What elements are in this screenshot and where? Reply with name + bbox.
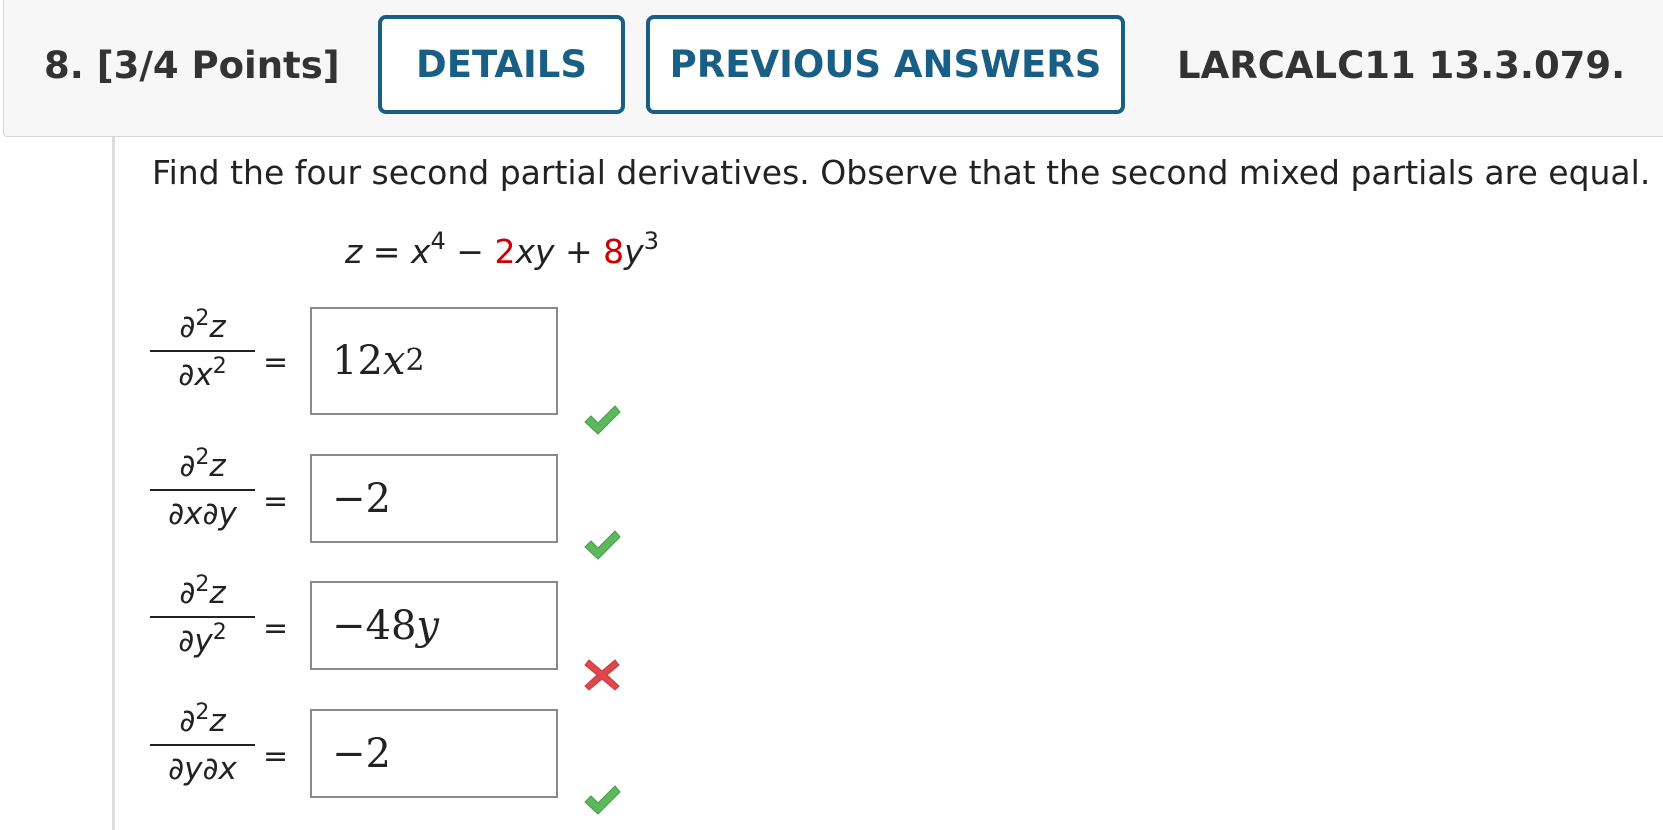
answer-row-3: ∂2z ∂y2 = −48 y: [140, 572, 660, 691]
fraction-bar: [150, 350, 255, 352]
answer-variable: x: [382, 338, 406, 384]
fraction-denominator: ∂x∂y: [168, 493, 237, 535]
fraction-numerator: ∂2z: [179, 700, 225, 742]
equals-sign: =: [263, 484, 289, 519]
fraction-bar: [150, 489, 255, 491]
previous-answers-button[interactable]: PREVIOUS ANSWERS: [646, 15, 1125, 114]
equation-plus: +: [565, 232, 593, 271]
fraction-denominator: ∂y2: [178, 620, 226, 662]
numerator-exponent: 2: [195, 572, 210, 597]
derivative-fraction: ∂2z ∂x∂y: [150, 445, 255, 535]
fraction-numerator: ∂2z: [179, 572, 225, 614]
numerator-variable: z: [209, 309, 226, 345]
partial-symbol: ∂: [179, 575, 196, 611]
numerator-variable: z: [209, 575, 226, 611]
answer-input-3[interactable]: −48 y: [310, 581, 558, 670]
partial-symbol: ∂: [179, 448, 196, 484]
denominator-term: ∂x: [178, 357, 213, 393]
numerator-variable: z: [209, 703, 226, 739]
answer-coefficient: −2: [332, 730, 391, 777]
question-number: 8.: [44, 44, 84, 87]
equation-x-exponent: 4: [430, 227, 446, 255]
answer-input-2[interactable]: −2: [310, 454, 558, 543]
function-equation: z = x4 − 2xy + 8y3: [345, 229, 659, 271]
question-body-border: [112, 137, 115, 830]
checkmark-icon: [584, 530, 621, 560]
fraction-numerator: ∂2z: [179, 306, 225, 348]
equals-sign: =: [263, 611, 289, 646]
equation-coefficient-2: 8: [603, 232, 625, 271]
answer-row-1: ∂2z ∂x2 = 12 x 2: [140, 306, 660, 435]
fraction-denominator: ∂y∂x: [168, 748, 237, 790]
equation-lhs: z =: [345, 232, 401, 271]
denominator-exponent: 2: [212, 620, 227, 645]
numerator-exponent: 2: [195, 445, 210, 470]
answer-input-1[interactable]: 12 x 2: [310, 307, 558, 415]
numerator-exponent: 2: [195, 306, 210, 331]
equation-x-base: x: [410, 232, 431, 271]
derivative-fraction: ∂2z ∂x2: [150, 306, 255, 396]
answer-coefficient: −2: [332, 475, 391, 522]
answer-coefficient: 12: [332, 338, 383, 384]
denominator-exponent: 2: [212, 354, 227, 379]
answer-coefficient: −48: [332, 602, 417, 649]
answer-variable: y: [416, 602, 440, 649]
denominator-term: ∂x∂y: [168, 496, 237, 532]
numerator-variable: z: [209, 448, 226, 484]
fraction-bar: [150, 744, 255, 746]
problem-code: LARCALC11 13.3.079.: [1177, 44, 1626, 87]
checkmark-icon: [584, 405, 621, 435]
details-button[interactable]: DETAILS: [378, 15, 625, 114]
denominator-term: ∂y∂x: [168, 751, 237, 787]
answer-row-2: ∂2z ∂x∂y = −2: [140, 445, 660, 560]
x-mark-icon: [584, 659, 620, 691]
equation-coefficient-1: 2: [494, 232, 516, 271]
answer-input-4[interactable]: −2: [310, 709, 558, 798]
denominator-term: ∂y: [178, 623, 213, 659]
equation-y-exponent: 3: [643, 227, 659, 255]
equals-sign: =: [263, 345, 289, 380]
equals-sign: =: [263, 739, 289, 774]
equation-y-base: y: [624, 232, 644, 271]
question-prompt: Find the four second partial derivatives…: [152, 153, 1651, 192]
equation-term-xy: xy: [515, 232, 555, 271]
equation-minus: −: [456, 232, 484, 271]
partial-symbol: ∂: [179, 309, 196, 345]
fraction-bar: [150, 616, 255, 618]
derivative-fraction: ∂2z ∂y∂x: [150, 700, 255, 790]
answer-row-4: ∂2z ∂y∂x = −2: [140, 700, 660, 815]
question-header: 8. [3/4 Points] DETAILS PREVIOUS ANSWERS…: [3, 0, 1663, 137]
partial-symbol: ∂: [179, 703, 196, 739]
question-title: 8. [3/4 Points]: [44, 44, 340, 87]
numerator-exponent: 2: [195, 700, 210, 725]
checkmark-icon: [584, 785, 621, 815]
derivative-fraction: ∂2z ∂y2: [150, 572, 255, 662]
points-label: [3/4 Points]: [96, 44, 340, 87]
fraction-denominator: ∂x2: [178, 354, 226, 396]
fraction-numerator: ∂2z: [179, 445, 225, 487]
